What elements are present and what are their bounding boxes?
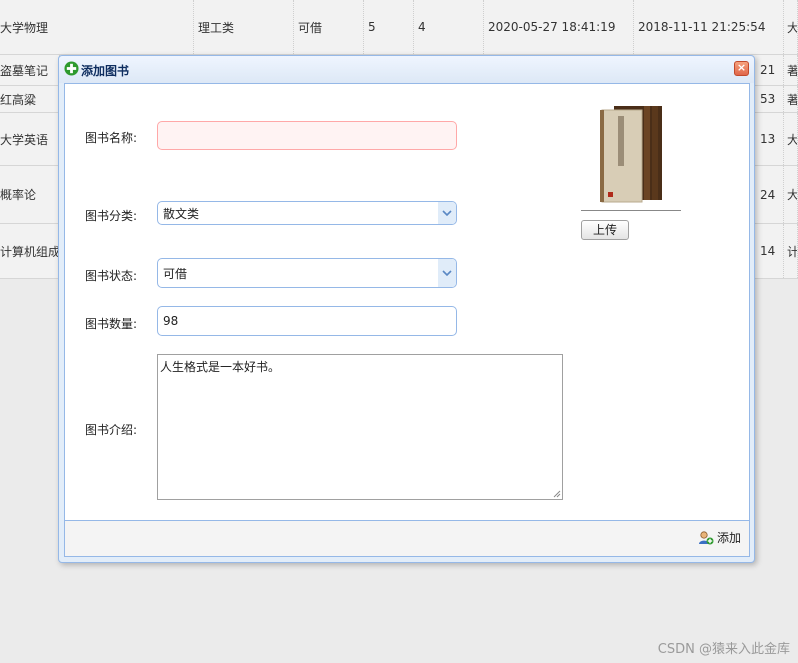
table-cell: 大学物理 [0,0,194,54]
dialog-header[interactable]: 添加图书 × [59,56,754,83]
table-cell: 5 [364,0,414,54]
dialog-body: 图书名称: 图书分类: 散文类 图书状态: 可借 图书数量: 98 图书介绍: … [64,83,750,521]
chevron-down-icon [442,270,452,276]
table-cell: 13 [754,113,784,165]
book-status-value: 可借 [163,266,188,281]
table-cell: 大学英语 [0,113,60,165]
book-quantity-value: 98 [163,314,179,328]
book-intro-value: 人生格式是一本好书。 [160,360,281,374]
watermark: CSDN @猿来入此金库 [657,642,790,657]
close-button[interactable]: × [734,61,749,76]
book-quantity-label: 图书数量: [85,317,138,331]
table-cell: 大 [784,113,798,165]
book-category-value: 散文类 [163,206,200,221]
table-cell: 53 [754,86,784,112]
book-quantity-input[interactable]: 98 [157,306,457,336]
table-cell: 盗墓笔记 [0,55,60,85]
close-icon: × [736,61,747,74]
table-cell: 14 [754,224,784,278]
table-row[interactable]: 大学物理 理工类 可借 5 4 2020-05-27 18:41:19 2018… [0,0,798,55]
table-cell: 著 [784,86,798,112]
dialog-footer: 添加 [64,521,750,557]
table-cell: 红高粱 [0,86,60,112]
upload-button[interactable]: 上传 [581,220,629,240]
table-cell: 计 [784,224,798,278]
chevron-down-icon [442,210,452,216]
book-name-label: 图书名称: [85,131,138,145]
table-cell: 4 [414,0,484,54]
book-status-select[interactable]: 可借 [157,258,457,288]
book-cover-image [600,106,662,203]
table-cell: 2018-11-11 21:25:54 [634,0,784,54]
table-cell: 大 [784,0,798,54]
table-cell: 计算机组成 [0,224,60,278]
table-cell: 可借 [294,0,364,54]
category-dropdown-arrow[interactable] [438,202,456,224]
book-status-label: 图书状态: [85,269,138,283]
book-intro-label: 图书介绍: [85,423,138,437]
user-add-icon [698,530,714,544]
table-cell: 24 [754,166,784,223]
book-category-select[interactable]: 散文类 [157,201,457,225]
image-divider [581,210,681,211]
table-cell: 概率论 [0,166,60,223]
plus-circle-icon [64,61,79,76]
status-dropdown-arrow[interactable] [438,259,456,287]
resize-grip-icon[interactable] [553,490,561,498]
add-book-dialog: 添加图书 × 图书名称: 图书分类: 散文类 图书状态: 可借 图书数量: 98… [58,55,755,563]
book-name-input[interactable] [157,121,457,150]
book-category-label: 图书分类: [85,209,138,223]
dialog-title: 添加图书 [81,64,130,78]
table-cell: 大 [784,166,798,223]
book-intro-textarea[interactable]: 人生格式是一本好书。 [157,354,563,500]
table-cell: 著 [784,55,798,85]
add-button-label: 添加 [716,531,741,545]
table-cell: 2020-05-27 18:41:19 [484,0,634,54]
table-cell: 理工类 [194,0,294,54]
add-button[interactable]: 添加 [698,529,741,546]
table-cell: 21 [754,55,784,85]
